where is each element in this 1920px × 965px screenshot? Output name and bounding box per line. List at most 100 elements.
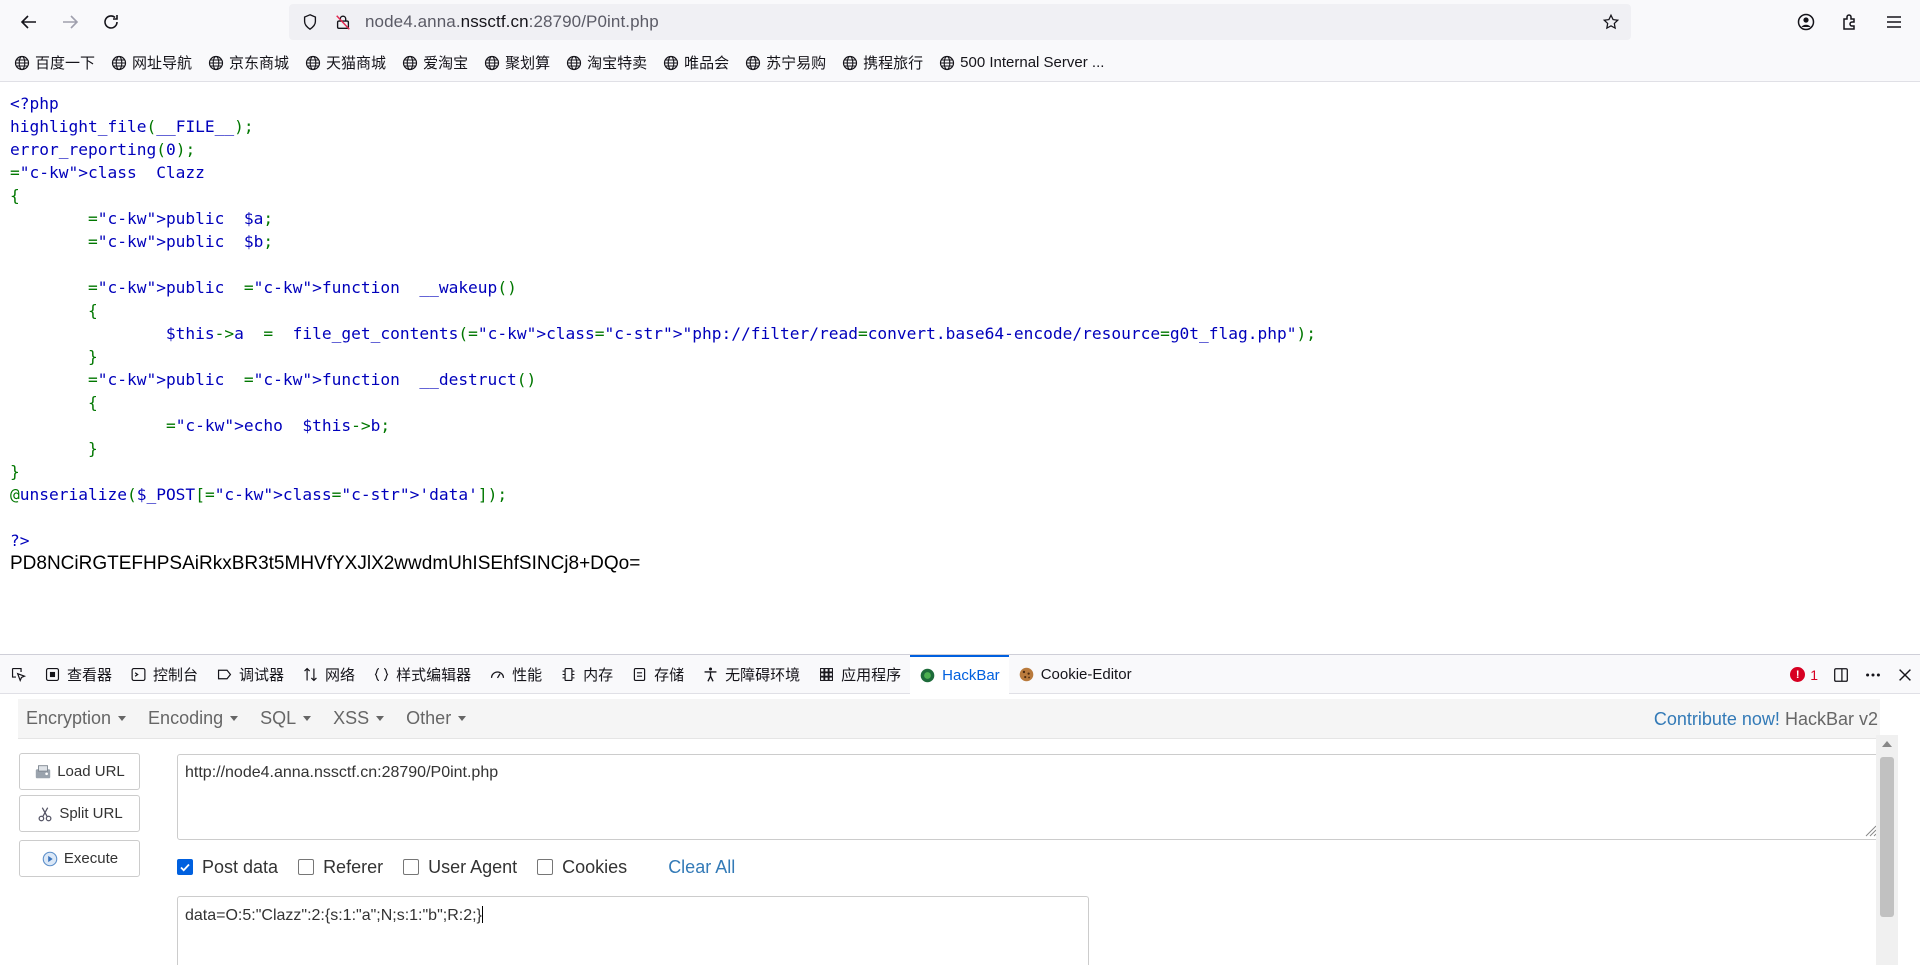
user-agent-option[interactable]: User Agent [403, 857, 517, 878]
scrollbar-thumb[interactable] [1880, 757, 1894, 917]
menu-button[interactable] [1876, 4, 1912, 40]
devtools-tabs: 查看器 控制台 调试器 网络 样式编辑器 性能 内存 存储 无障碍环境 应用程序 HackBar Co… [0, 654, 1920, 694]
referer-option[interactable]: Referer [298, 857, 383, 878]
caret-down-icon [303, 716, 312, 721]
extensions-button[interactable] [1832, 4, 1868, 40]
bookmark-item[interactable]: 爱淘宝 [402, 52, 468, 73]
caret-down-icon [118, 716, 127, 721]
account-button[interactable] [1788, 4, 1824, 40]
devtools-tab-label: 内存 [583, 666, 614, 684]
globe-icon [305, 55, 321, 70]
devtools-tab-hackbar[interactable]: HackBar [910, 654, 1009, 694]
cookies-checkbox[interactable] [537, 859, 554, 875]
devtools-tab-label: 性能 [512, 666, 543, 684]
url-text[interactable]: node4.anna.nssctf.cn:28790/P0int.php [365, 12, 659, 32]
bookmark-item[interactable]: 网址导航 [111, 52, 192, 73]
tracking-shield-icon[interactable] [298, 10, 322, 34]
dock-icon[interactable] [1832, 666, 1850, 684]
hackbar-menu-encryption[interactable]: Encryption [26, 708, 127, 729]
devtools-tab-inspector[interactable]: 查看器 [35, 655, 121, 694]
post-data-checkbox[interactable] [177, 859, 193, 875]
devtools-tab-network[interactable]: 网络 [293, 655, 364, 694]
bookmark-item[interactable]: 聚划算 [484, 52, 550, 73]
cookies-option[interactable]: Cookies [537, 857, 627, 878]
element-picker-button[interactable] [0, 655, 35, 694]
load-url-button[interactable]: Load URL [19, 753, 140, 790]
split-url-button[interactable]: Split URL [19, 795, 140, 832]
execute-button[interactable]: Execute [19, 840, 140, 877]
referer-checkbox[interactable] [298, 859, 315, 875]
devtools-tab-style-editor[interactable]: 样式编辑器 [364, 655, 480, 694]
console-icon [131, 667, 146, 681]
code-line: } [87, 439, 98, 458]
contribute-link[interactable]: Contribute now! [1654, 709, 1780, 729]
arrow-left-icon [20, 15, 36, 29]
code-line: ="c-kw">public ="c-kw">function __wakeup… [87, 278, 517, 297]
bookmark-item[interactable]: 苏宁易购 [745, 52, 826, 73]
forward-button[interactable] [52, 4, 88, 40]
devtools-tab-label: 应用程序 [841, 666, 902, 684]
post-data-input[interactable]: data=O:5:"Clazz":2:{s:1:"a";N;s:1:"b";R:… [177, 896, 1089, 965]
hackbar-menu-encoding[interactable]: Encoding [148, 708, 239, 729]
devtools-tab-storage[interactable]: 存储 [622, 655, 693, 694]
back-button[interactable] [11, 4, 47, 40]
bookmark-label: 百度一下 [35, 55, 96, 72]
code-line: ="c-kw">public ="c-kw">function __destru… [87, 370, 537, 389]
bookmark-star-icon[interactable] [1599, 10, 1623, 34]
hackbar-menu-other[interactable]: Other [406, 708, 467, 729]
devtools-tab-cookie[interactable]: Cookie-Editor [1009, 655, 1141, 694]
devtools-tab-debugger[interactable]: 调试器 [207, 655, 293, 694]
bookmark-item[interactable]: 百度一下 [14, 52, 95, 73]
debugger-icon [217, 669, 232, 679]
devtools-tab-accessibility[interactable]: 无障碍环境 [693, 655, 809, 694]
devtools-tab-memory[interactable]: 内存 [551, 655, 622, 694]
more-options-icon[interactable] [1864, 666, 1882, 684]
hackbar-panel: Encryption Encoding SQL XSS Other Contribute… [0, 695, 1898, 965]
post-data-value: data=O:5:"Clazz":2:{s:1:"a";N;s:1:"b";R:… [185, 907, 482, 924]
browser-toolbar: node4.anna.nssctf.cn:28790/P0int.php [0, 0, 1920, 44]
bookmark-label: 淘宝特卖 [587, 55, 648, 72]
code-line: { [87, 393, 98, 412]
hackbar-url-input[interactable]: http://node4.anna.nssctf.cn:28790/P0int.… [177, 754, 1880, 840]
devtools-tab-console[interactable]: 控制台 [121, 655, 207, 694]
devtools-tab-application[interactable]: 应用程序 [809, 655, 910, 694]
split-url-label: Split URL [59, 805, 123, 822]
url-bar[interactable]: node4.anna.nssctf.cn:28790/P0int.php [289, 4, 1631, 40]
bookmark-item[interactable]: 淘宝特卖 [566, 52, 647, 73]
globe-icon [484, 55, 500, 70]
load-url-label: Load URL [57, 763, 125, 780]
reload-button[interactable] [93, 4, 129, 40]
scroll-up-arrow-icon[interactable] [1882, 741, 1892, 747]
load-url-icon [36, 764, 51, 778]
post-data-option[interactable]: Post data [177, 857, 278, 878]
hackbar-contribute: Contribute now! HackBar v2 [1654, 709, 1878, 730]
devtools-tab-performance[interactable]: 性能 [480, 655, 551, 694]
inspector-icon [45, 667, 60, 681]
error-count-badge[interactable]: ! 1 [1790, 667, 1818, 683]
globe-icon [566, 55, 582, 70]
close-devtools-icon[interactable] [1896, 666, 1914, 684]
globe-icon [111, 55, 127, 70]
toolbar-right [1788, 4, 1912, 40]
devtools-tab-list: 查看器 控制台 调试器 网络 样式编辑器 性能 内存 存储 无障碍环境 应用程序 HackBar Co… [35, 654, 1141, 694]
devtools-tab-label: 控制台 [153, 666, 199, 684]
clear-all-link[interactable]: Clear All [668, 857, 735, 878]
bookmark-item[interactable]: 天猫商城 [305, 52, 386, 73]
bookmark-item[interactable]: 500 Internal Server ... [939, 54, 1104, 71]
insecure-lock-icon[interactable] [331, 10, 355, 34]
bookmark-item[interactable]: 唯品会 [663, 52, 729, 73]
code-line: } [87, 347, 98, 366]
bookmark-item[interactable]: 携程旅行 [842, 52, 923, 73]
hackbar-scrollbar[interactable] [1876, 735, 1898, 965]
hackbar-version: HackBar v2 [1784, 709, 1878, 729]
user-agent-checkbox[interactable] [403, 859, 420, 875]
bookmark-item[interactable]: 京东商城 [208, 52, 289, 73]
hackbar-options: Post data Referer User Agent Cookies Cle… [177, 855, 735, 879]
element-picker-icon [11, 667, 27, 682]
performance-icon [490, 670, 505, 678]
hackbar-menu-xss[interactable]: XSS [333, 708, 385, 729]
hackbar-menu-sql[interactable]: SQL [260, 708, 312, 729]
resize-grip-icon[interactable] [1863, 823, 1877, 837]
account-icon [1797, 13, 1815, 31]
